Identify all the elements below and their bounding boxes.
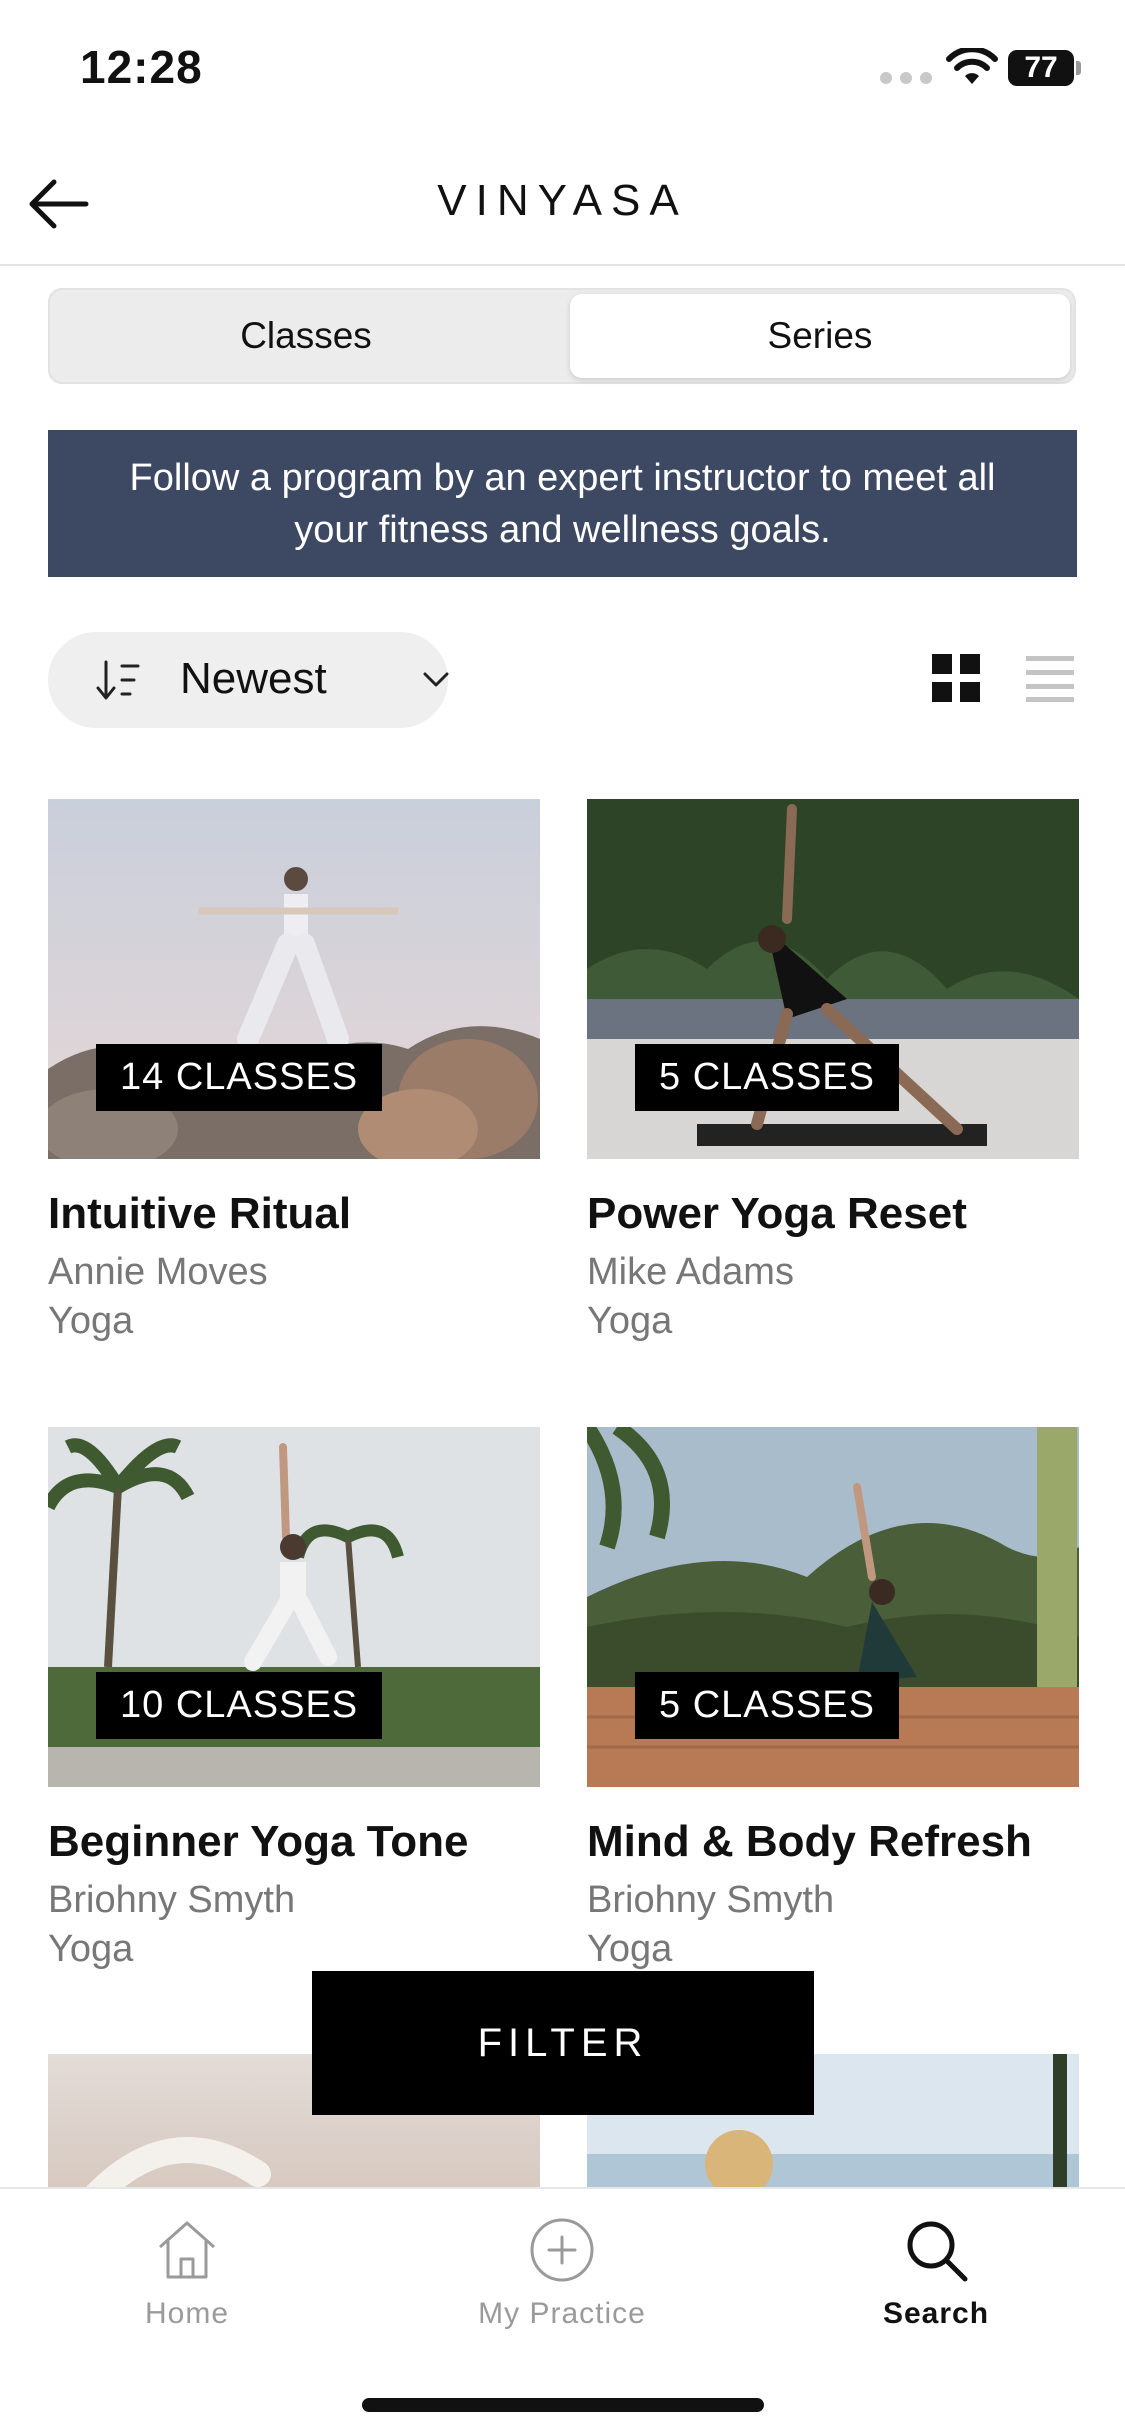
series-title: Power Yoga Reset	[587, 1189, 967, 1238]
tab-search[interactable]: Search	[786, 2215, 1086, 2331]
header: VINYASA	[0, 140, 1125, 266]
info-banner: Follow a program by an expert instructor…	[48, 430, 1077, 577]
plus-circle-icon	[530, 2218, 594, 2282]
series-instructor: Mike Adams	[587, 1251, 794, 1293]
sort-label: Newest	[180, 654, 327, 703]
series-instructor: Briohny Smyth	[48, 1879, 296, 1921]
home-indicator	[362, 2398, 764, 2412]
series-instructor: Annie Moves	[48, 1251, 268, 1293]
series-category: Yoga	[587, 1928, 673, 1970]
cellular-signal-icon	[880, 72, 932, 84]
class-count-badge: 10 CLASSES	[96, 1672, 383, 1739]
class-count-badge: 14 CLASSES	[96, 1044, 383, 1111]
wifi-icon	[946, 48, 998, 84]
series-title: Mind & Body Refresh	[587, 1817, 1032, 1866]
series-thumbnail: 10 CLASSES	[48, 1427, 540, 1787]
series-category: Yoga	[48, 1928, 134, 1970]
status-time: 12:28	[80, 41, 203, 93]
series-category: Yoga	[48, 1300, 134, 1342]
search-icon	[907, 2221, 968, 2282]
segmented-control: Classes Series	[48, 288, 1076, 384]
series-card[interactable]: 5 CLASSES Mind & Body Refresh Briohny Sm…	[587, 1427, 1079, 1971]
home-icon	[159, 2221, 215, 2279]
tab-my-practice-label: My Practice	[478, 2297, 646, 2330]
status-bar: 12:28 77	[0, 0, 1125, 140]
sort-icon	[96, 660, 140, 700]
tab-series[interactable]: Series	[570, 294, 1070, 378]
series-card[interactable]: 10 CLASSES Beginner Yoga Tone Briohny Sm…	[48, 1427, 540, 1971]
grid-view-icon[interactable]	[932, 654, 980, 702]
series-card[interactable]: 5 CLASSES Power Yoga Reset Mike Adams Yo…	[587, 799, 1079, 1343]
series-instructor: Briohny Smyth	[587, 1879, 835, 1921]
tab-my-practice[interactable]: My Practice	[412, 2215, 712, 2331]
series-thumbnail: 14 CLASSES	[48, 799, 540, 1159]
tab-home[interactable]: Home	[37, 2215, 337, 2331]
series-title: Intuitive Ritual	[48, 1189, 352, 1238]
tab-search-label: Search	[882, 2297, 990, 2330]
series-thumbnail: 5 CLASSES	[587, 799, 1079, 1159]
tab-home-label: Home	[144, 2297, 230, 2330]
class-count-badge: 5 CLASSES	[635, 1672, 899, 1739]
chevron-down-icon	[423, 672, 449, 687]
series-thumbnail: 5 CLASSES	[587, 1427, 1079, 1787]
sort-dropdown[interactable]: Newest	[48, 632, 449, 728]
filter-button[interactable]: FILTER	[312, 1971, 814, 2115]
banner-text: Follow a program by an expert instructor…	[129, 456, 996, 551]
series-card[interactable]: 14 CLASSES Intuitive Ritual Annie Moves …	[48, 799, 540, 1343]
battery-level: 77	[1024, 51, 1058, 84]
series-category: Yoga	[587, 1300, 673, 1342]
series-title: Beginner Yoga Tone	[48, 1817, 469, 1866]
tab-classes[interactable]: Classes	[56, 294, 556, 378]
class-count-badge: 5 CLASSES	[635, 1044, 899, 1111]
page-title: VINYASA	[437, 176, 688, 225]
battery-icon: 77	[1008, 50, 1081, 86]
list-view-icon[interactable]	[1026, 654, 1074, 702]
